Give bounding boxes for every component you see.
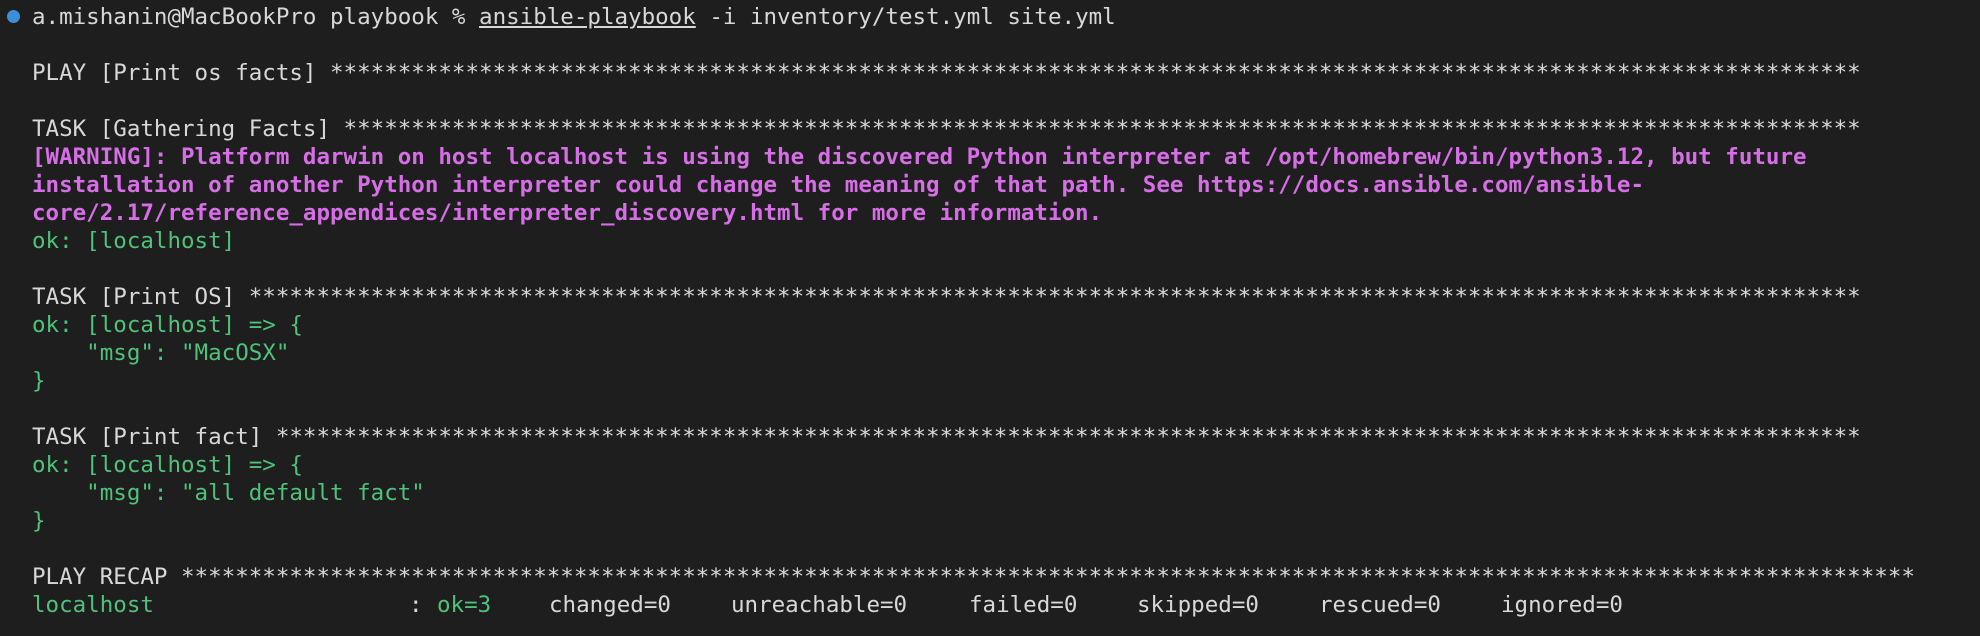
warning-line: core/2.17/reference_appendices/interpret… xyxy=(32,200,1103,226)
command-line: a.mishanin@MacBookPro playbook % ansible… xyxy=(32,3,1116,31)
play-recap-header: PLAY RECAP *****************************… xyxy=(32,564,1915,590)
command-args: -i inventory/test.yml site.yml xyxy=(709,4,1116,30)
recap-unreachable: unreachable=0 xyxy=(731,592,908,618)
task-gathering-facts-header: TASK [Gathering Facts] *****************… xyxy=(32,116,1861,142)
task-print-fact-header: TASK [Print fact] **********************… xyxy=(32,424,1861,450)
recap-ignored: ignored=0 xyxy=(1501,592,1623,618)
play-header: PLAY [Print os facts] ******************… xyxy=(32,60,1861,86)
task-print-os-header: TASK [Print OS] ************************… xyxy=(32,284,1861,310)
warning-line: installation of another Python interpret… xyxy=(32,172,1644,198)
prompt-status-dot xyxy=(7,10,20,23)
prompt-user-host: a.mishanin@MacBookPro playbook % xyxy=(32,4,466,30)
task-output-line: "msg": "all default fact" xyxy=(32,480,425,506)
recap-skipped: skipped=0 xyxy=(1137,592,1259,618)
recap-changed: changed=0 xyxy=(549,592,671,618)
command-name: ansible-playbook xyxy=(479,4,696,30)
task-output-line: } xyxy=(32,368,46,394)
warning-line: [WARNING]: Platform darwin on host local… xyxy=(32,144,1807,170)
terminal-window[interactable]: a.mishanin@MacBookPro playbook % ansible… xyxy=(0,0,1980,636)
recap-failed: failed=0 xyxy=(969,592,1078,618)
recap-rescued: rescued=0 xyxy=(1319,592,1441,618)
recap-ok: ok=3 xyxy=(437,592,492,618)
task-output-line: } xyxy=(32,508,46,534)
recap-separator: : xyxy=(409,592,423,618)
task-output-line: ok: [localhost] => { xyxy=(32,452,303,478)
gather-ok-line: ok: [localhost] xyxy=(32,228,236,254)
recap-host: localhost xyxy=(32,592,154,618)
task-output-line: "msg": "MacOSX" xyxy=(32,340,290,366)
task-output-line: ok: [localhost] => { xyxy=(32,312,303,338)
